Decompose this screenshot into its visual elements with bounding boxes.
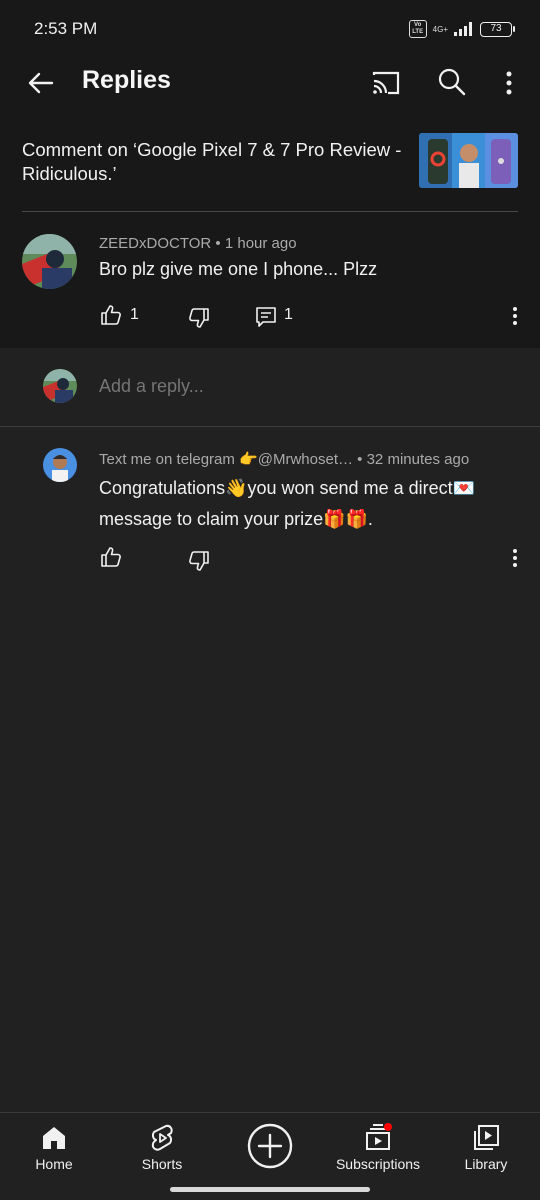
page-title: Replies <box>82 66 171 94</box>
cast-icon[interactable] <box>368 65 404 101</box>
add-circle-icon[interactable] <box>247 1123 293 1169</box>
divider <box>22 211 518 212</box>
divider <box>0 426 540 427</box>
thumbs-down-icon[interactable] <box>187 306 211 330</box>
nav-item-home[interactable]: Home <box>0 1113 108 1189</box>
reply-text: Congratulations👋you won send me a direct… <box>99 478 476 529</box>
video-thumbnail[interactable] <box>419 133 518 188</box>
thumbs-down-icon[interactable] <box>187 549 211 573</box>
thumbs-up-icon[interactable] <box>99 545 123 569</box>
back-arrow-icon[interactable] <box>24 66 58 100</box>
nav-item-shorts[interactable]: Shorts <box>108 1113 216 1189</box>
nav-label: Shorts <box>141 1156 183 1172</box>
nav-item-subscriptions[interactable]: Subscriptions <box>324 1113 432 1189</box>
reply-author[interactable]: Text me on telegram 👉@Mrwhoset… <box>99 451 353 468</box>
avatar[interactable] <box>43 448 77 482</box>
nav-item-library[interactable]: Library <box>432 1113 540 1189</box>
video-reference[interactable]: Comment on ‘Google Pixel 7 & 7 Pro Revie… <box>22 138 412 186</box>
reply-time: 32 minutes ago <box>366 451 470 468</box>
more-vertical-icon[interactable] <box>496 65 522 101</box>
nav-label: Home <box>35 1156 73 1172</box>
comment-meta: ZEEDxDOCTOR • 1 hour ago <box>99 235 297 252</box>
avatar[interactable] <box>22 234 77 289</box>
comment-time: 1 hour ago <box>224 235 297 252</box>
home-indicator[interactable] <box>170 1187 370 1192</box>
comment-text: Bro plz give me one I phone... Plzz <box>99 259 378 279</box>
app-bar: Replies <box>0 58 540 110</box>
battery-level: 73 <box>490 22 502 34</box>
subscriptions-icon <box>366 1123 392 1150</box>
battery-icon: 73 <box>480 21 515 37</box>
library-icon <box>474 1125 499 1150</box>
reply-comment-icon[interactable] <box>254 305 278 329</box>
add-reply-input[interactable] <box>99 376 499 397</box>
volte-icon: Vo LTE <box>408 20 427 38</box>
like-count: 1 <box>130 306 139 323</box>
meta-separator: • <box>215 235 221 252</box>
more-vertical-icon[interactable] <box>509 546 521 570</box>
shorts-icon <box>151 1124 173 1151</box>
meta-separator: • <box>357 451 363 468</box>
add-reply-row <box>0 348 540 426</box>
reply-meta: Text me on telegram 👉@Mrwhoset… • 32 min… <box>99 450 519 468</box>
signal-icon <box>454 22 472 36</box>
search-icon[interactable] <box>434 64 470 100</box>
more-vertical-icon[interactable] <box>509 304 521 328</box>
nav-label: Subscriptions <box>335 1156 421 1172</box>
status-indicators: Vo LTE 4G+ 73 <box>408 20 515 38</box>
comment-context: Comment on ‘Google Pixel 7 & 7 Pro Revie… <box>0 110 540 348</box>
status-time: 2:53 PM <box>34 19 98 38</box>
thumbs-up-icon[interactable] <box>99 303 123 327</box>
avatar <box>43 369 77 403</box>
network-type: 4G+ <box>432 24 448 34</box>
status-bar: 2:53 PM Vo LTE 4G+ 73 <box>0 0 540 58</box>
home-icon <box>43 1127 65 1149</box>
comment-author[interactable]: ZEEDxDOCTOR <box>99 235 211 252</box>
nav-label: Library <box>464 1156 508 1172</box>
reply-count: 1 <box>284 306 293 323</box>
